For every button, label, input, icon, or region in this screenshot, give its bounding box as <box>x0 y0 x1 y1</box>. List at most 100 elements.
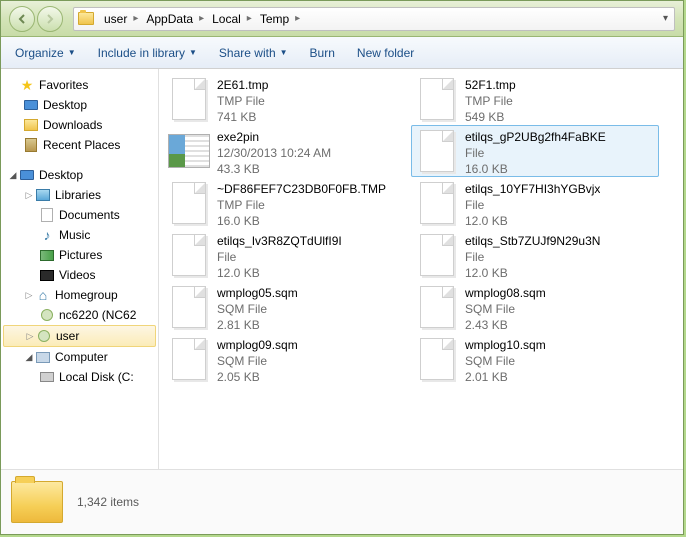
computer-icon <box>35 349 51 365</box>
chevron-down-icon: ▼ <box>68 48 76 57</box>
item-count: 1,342 items <box>77 495 139 509</box>
file-size: 2.05 KB <box>217 369 298 385</box>
crumb-user[interactable]: user▸ <box>100 12 142 26</box>
back-button[interactable] <box>9 6 35 32</box>
nav-desktop[interactable]: Desktop <box>1 95 158 115</box>
file-name: ~DF86FEF7C23DB0F0FB.TMP <box>217 181 386 197</box>
chevron-right-icon: ▸ <box>133 13 138 24</box>
crumb-local[interactable]: Local▸ <box>208 12 256 26</box>
file-item[interactable]: ~DF86FEF7C23DB0F0FB.TMPTMP File16.0 KB <box>163 177 411 229</box>
file-size: 16.0 KB <box>217 213 386 229</box>
pictures-icon <box>39 247 55 263</box>
desktop-icon <box>19 167 35 183</box>
file-type: TMP File <box>217 93 268 109</box>
file-item[interactable]: etilqs_10YF7HI3hYGBvjxFile12.0 KB <box>411 177 659 229</box>
user-icon <box>36 328 52 344</box>
file-item[interactable]: etilqs_Iv3R8ZQTdUlfI9IFile12.0 KB <box>163 229 411 281</box>
crumb-appdata[interactable]: AppData ▸ <box>142 12 208 26</box>
desktop-icon <box>23 97 39 113</box>
nav-videos[interactable]: Videos <box>1 265 158 285</box>
file-name: wmplog09.sqm <box>217 337 298 353</box>
desktop-group[interactable]: ◢ Desktop <box>1 165 158 185</box>
nav-homegroup[interactable]: ▷⌂Homegroup <box>1 285 158 305</box>
nav-label: Computer <box>55 350 108 364</box>
file-item[interactable]: 2E61.tmpTMP File741 KB <box>163 73 411 125</box>
file-meta: exe2pin12/30/2013 10:24 AM43.3 KB <box>217 129 331 178</box>
nav-libraries[interactable]: ▷Libraries <box>1 185 158 205</box>
file-item[interactable]: etilqs_Stb7ZUJf9N29u3NFile12.0 KB <box>411 229 659 281</box>
chevron-right-icon: ▸ <box>247 13 252 24</box>
file-thumbnail <box>415 129 459 173</box>
organize-label: Organize <box>15 46 64 60</box>
burn-button[interactable]: Burn <box>310 46 335 60</box>
expand-icon[interactable]: ▷ <box>23 290 35 301</box>
file-type: SQM File <box>217 301 298 317</box>
nav-documents[interactable]: Documents <box>1 205 158 225</box>
favorites-group[interactable]: ★Favorites <box>1 75 158 95</box>
file-meta: wmplog10.sqmSQM File2.01 KB <box>465 337 546 386</box>
nav-label: nc6220 (NC62 <box>59 308 136 322</box>
nav-pictures[interactable]: Pictures <box>1 245 158 265</box>
file-size: 2.01 KB <box>465 369 546 385</box>
file-type: 12/30/2013 10:24 AM <box>217 145 331 161</box>
file-item[interactable]: wmplog09.sqmSQM File2.05 KB <box>163 333 411 385</box>
chevron-right-icon: ▸ <box>295 13 300 24</box>
nav-downloads[interactable]: Downloads <box>1 115 158 135</box>
user-icon <box>39 307 55 323</box>
file-thumbnail <box>415 181 459 225</box>
chevron-down-icon: ▼ <box>189 48 197 57</box>
nav-nc6220[interactable]: nc6220 (NC62 <box>1 305 158 325</box>
forward-button[interactable] <box>37 6 63 32</box>
nav-computer[interactable]: ◢ Computer <box>1 347 158 367</box>
file-item[interactable]: wmplog10.sqmSQM File2.01 KB <box>411 333 659 385</box>
nav-label: Desktop <box>39 168 83 182</box>
music-icon: ♪ <box>39 227 55 243</box>
nav-user[interactable]: ▷user <box>3 325 156 347</box>
file-item[interactable]: wmplog05.sqmSQM File2.81 KB <box>163 281 411 333</box>
include-label: Include in library <box>98 46 185 60</box>
new-folder-button[interactable]: New folder <box>357 46 414 60</box>
nav-recent[interactable]: Recent Places <box>1 135 158 155</box>
file-name: wmplog05.sqm <box>217 285 298 301</box>
file-item[interactable]: wmplog08.sqmSQM File2.43 KB <box>411 281 659 333</box>
file-name: 2E61.tmp <box>217 77 268 93</box>
file-item[interactable]: etilqs_gP2UBg2fh4FaBKEFile16.0 KB <box>411 125 659 177</box>
file-meta: etilqs_gP2UBg2fh4FaBKEFile16.0 KB <box>465 129 606 178</box>
expand-icon[interactable]: ▷ <box>23 190 35 201</box>
nav-label: Local Disk (C: <box>59 370 134 384</box>
file-thumbnail <box>415 233 459 277</box>
share-button[interactable]: Share with▼ <box>219 46 288 60</box>
file-type: File <box>217 249 342 265</box>
file-name: 52F1.tmp <box>465 77 516 93</box>
file-name: etilqs_gP2UBg2fh4FaBKE <box>465 129 606 145</box>
include-library-button[interactable]: Include in library ▼ <box>98 46 197 60</box>
expand-icon[interactable]: ◢ <box>7 170 19 181</box>
crumb-label: AppData <box>146 12 193 26</box>
nav-localdisk[interactable]: Local Disk (C: <box>1 367 158 387</box>
expand-icon[interactable]: ▷ <box>24 331 36 342</box>
file-item[interactable]: exe2pin12/30/2013 10:24 AM43.3 KB <box>163 125 411 177</box>
content-pane[interactable]: 2E61.tmpTMP File741 KB52F1.tmpTMP File54… <box>159 69 683 469</box>
videos-icon <box>39 267 55 283</box>
title-bar: user▸ AppData ▸ Local▸ Temp▸ ▾ <box>1 1 683 37</box>
expand-icon[interactable]: ◢ <box>23 352 35 363</box>
burn-label: Burn <box>310 46 335 60</box>
chevron-right-icon: ▸ <box>199 13 204 24</box>
navigation-pane: ★Favorites Desktop Downloads Recent Plac… <box>1 69 159 469</box>
explorer-window: user▸ AppData ▸ Local▸ Temp▸ ▾ Organize ▼ … <box>0 0 684 535</box>
file-thumbnail <box>167 77 211 121</box>
file-type: File <box>465 145 606 161</box>
crumb-temp[interactable]: Temp▸ <box>256 12 304 26</box>
organize-button[interactable]: Organize ▼ <box>15 46 76 60</box>
file-item[interactable]: 52F1.tmpTMP File549 KB <box>411 73 659 125</box>
address-bar[interactable]: user▸ AppData ▸ Local▸ Temp▸ ▾ <box>73 7 675 31</box>
arrow-left-icon <box>16 13 28 25</box>
nav-label: Documents <box>59 208 120 222</box>
address-dropdown[interactable]: ▾ <box>657 13 674 24</box>
file-name: wmplog10.sqm <box>465 337 546 353</box>
file-thumbnail <box>167 233 211 277</box>
toolbar: Organize ▼ Include in library ▼ Share with… <box>1 37 683 69</box>
nav-music[interactable]: ♪Music <box>1 225 158 245</box>
arrow-right-icon <box>44 13 56 25</box>
file-meta: ~DF86FEF7C23DB0F0FB.TMPTMP File16.0 KB <box>217 181 386 230</box>
